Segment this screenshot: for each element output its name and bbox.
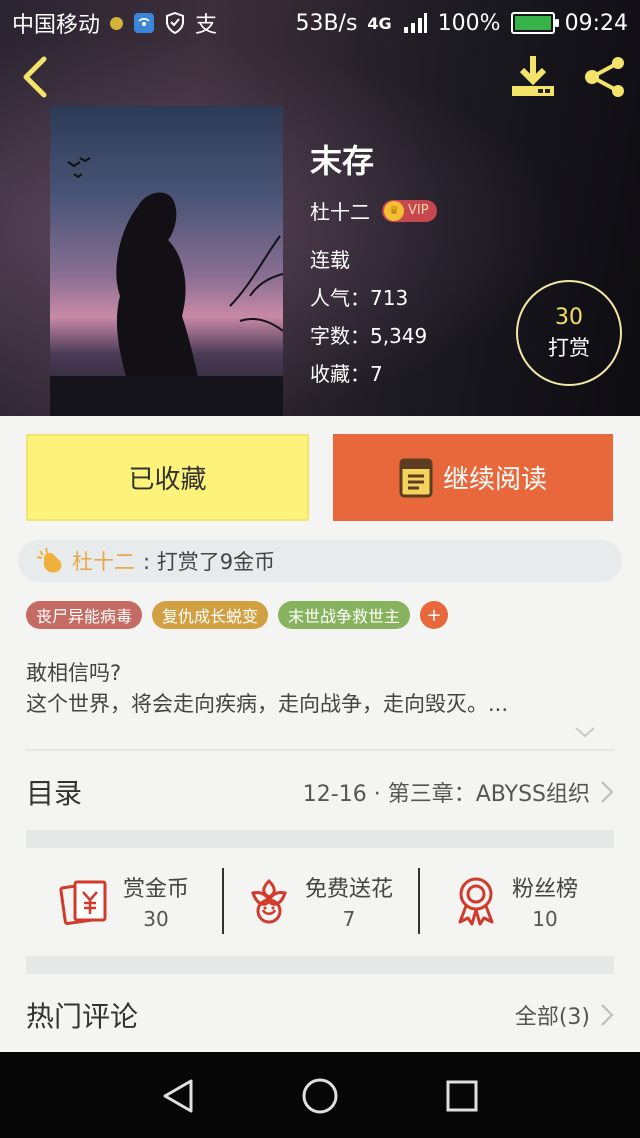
chevron-left-icon [23,56,47,98]
vip-badge: ♛ VIP [382,199,437,222]
tag-pill[interactable]: 丧尸异能病毒 [26,601,143,629]
chevron-right-icon [600,1003,614,1027]
tag-pill[interactable]: 末世战争救世主 [278,601,411,629]
red-packet-icon [59,880,107,926]
latest-chapter[interactable]: 12-16 · 第三章：ABYSS组织 [303,776,590,808]
stat-label: 免费送花 [304,877,393,902]
all-comments-link[interactable]: 全部(3) [515,999,590,1031]
tip-record-banner[interactable]: 杜十二 : 打赏了9金币 [18,540,622,582]
stat-label: 赏金币 [122,877,189,902]
vip-label: VIP [408,203,429,218]
battery-percent: 100% [437,10,501,36]
stat-value: 7 [342,907,356,931]
stat-label: 粉丝榜 [511,877,578,902]
notification-dot-icon [110,16,124,30]
author-row[interactable]: 杜十二 ♛ VIP [310,196,437,225]
nav-back-button[interactable] [158,1076,198,1116]
clap-icon [36,547,62,573]
nav-home-button[interactable] [300,1076,340,1116]
tip-record-text: : 打赏了9金币 [143,550,276,574]
free-flower-stat[interactable]: 免费送花 7 [222,866,418,936]
tag-pill[interactable]: 复仇成长蜕变 [152,601,269,629]
intro-line-1: 敢相信吗? [26,661,122,685]
network-speed: 53B/s [295,10,358,36]
intro-line-2: 这个世界，将会走向疾病，走向战争，走向毁灭。... [26,692,509,716]
medal-icon [458,877,494,926]
section-separator [26,956,614,974]
chevron-down-icon[interactable] [574,724,596,740]
battery-icon [510,12,559,34]
circle-home-icon [302,1078,338,1114]
stat-value: 10 [532,907,558,931]
author-name[interactable]: 杜十二 [310,196,370,225]
clock: 09:24 [564,10,628,36]
favorite-count: 收藏：7 [310,362,383,386]
stats-row: 赏金币 30 免费送花 7 粉丝榜 10 [26,866,614,936]
share-button[interactable] [580,54,630,100]
section-separator [26,830,614,848]
collected-button[interactable]: 已收藏 [26,434,309,521]
shield-icon [165,12,185,34]
download-icon [512,56,554,96]
carrier-label: 中国移动 [12,13,101,38]
square-recents-icon [446,1080,478,1112]
share-icon [585,57,624,97]
chevron-right-icon [600,780,614,804]
network-type: 4G [367,13,392,33]
continue-reading-button[interactable]: 继续阅读 [333,434,613,521]
flower-icon [251,878,287,924]
cover-illustration [50,157,283,416]
nav-recent-apps-button[interactable] [442,1076,482,1116]
toc-title: 目录 [26,777,83,810]
stat-value: 30 [143,907,169,931]
tip-button[interactable]: 30 打赏 [516,280,622,386]
hot-comments-title: 热门评论 [26,1000,139,1033]
tip-count: 30 [555,304,583,330]
reward-coins-stat[interactable]: 赏金币 30 [26,866,222,936]
serial-status: 连载 [310,248,350,272]
signal-icon [402,12,428,34]
system-navigation-bar [0,1052,640,1138]
tip-label: 打赏 [548,335,590,360]
popularity: 人气：713 [310,286,409,310]
book-introduction[interactable]: 敢相信吗? 这个世界，将会走向疾病，走向战争，走向毁灭。... [26,658,616,720]
word-count: 字数：5,349 [310,324,428,348]
hot-comments-row[interactable]: 热门评论 全部(3) [26,978,614,1052]
download-button[interactable] [506,54,560,100]
tip-record-user[interactable]: 杜十二 [72,546,135,576]
collected-label: 已收藏 [128,465,207,495]
book-cover[interactable] [50,106,283,416]
back-button[interactable] [14,54,56,100]
wifi-hotspot-icon [133,12,155,34]
alipay-icon: 支 [195,13,218,38]
book-title: 末存 [310,142,375,180]
book-header: 中国移动 支 53B/s 4G 100% 09:24 末存 杜十二 ♛ VIP … [0,0,640,416]
table-of-contents-row[interactable]: 目录 12-16 · 第三章：ABYSS组织 [26,752,614,832]
divider [26,749,614,751]
book-icon [399,458,433,497]
crown-icon: ♛ [384,200,404,221]
add-tag-button[interactable]: + [420,601,449,629]
continue-reading-label: 继续阅读 [442,465,547,495]
triangle-back-icon [163,1079,193,1113]
tag-list: 丧尸异能病毒 复仇成长蜕变 末世战争救世主 + [26,601,449,629]
fan-ranking-stat[interactable]: 粉丝榜 10 [418,866,614,936]
status-bar: 中国移动 支 53B/s 4G 100% 09:24 [0,0,640,46]
